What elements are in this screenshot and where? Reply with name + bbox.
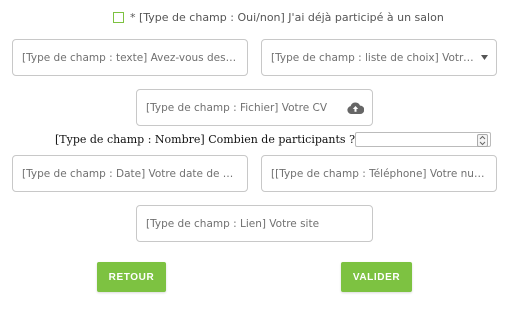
recommendation-text-field[interactable]: [Type de champ : texte] Avez-vous des re…: [12, 39, 248, 76]
birthdate-placeholder: [Type de champ : Date] Votre date de nai…: [22, 167, 239, 180]
participants-number-label: [Type de champ : Nombre] Combien de part…: [55, 133, 355, 146]
sector-select-field[interactable]: [Type de champ : liste de choix] Votre s…: [261, 39, 497, 76]
website-link-placeholder: [Type de champ : Lien] Votre site: [146, 217, 320, 230]
birthdate-field[interactable]: [Type de champ : Date] Votre date de nai…: [12, 155, 248, 192]
sector-select-placeholder: [Type de champ : liste de choix] Votre s…: [271, 51, 477, 64]
salon-participation-row: * [Type de champ : Oui/non] J'ai déjà pa…: [113, 11, 444, 24]
number-spinner-icon[interactable]: [476, 134, 488, 147]
participants-number-row: [Type de champ : Nombre] Combien de part…: [55, 132, 491, 147]
phone-field[interactable]: [[Type de champ : Téléphone] Votre numér…: [261, 155, 497, 192]
website-link-field[interactable]: [Type de champ : Lien] Votre site: [136, 205, 373, 242]
participants-number-input[interactable]: [354, 132, 491, 147]
dropdown-arrow-icon[interactable]: [481, 55, 488, 60]
cv-file-placeholder: [Type de champ : Fichier] Votre CV: [146, 101, 328, 114]
phone-placeholder: [[Type de champ : Téléphone] Votre numér…: [271, 167, 488, 180]
cloud-upload-icon[interactable]: [347, 102, 364, 114]
salon-participation-checkbox[interactable]: [113, 12, 124, 23]
submit-button[interactable]: VALIDER: [341, 262, 412, 292]
salon-participation-label: * [Type de champ : Oui/non] J'ai déjà pa…: [130, 11, 444, 24]
recommendation-text-placeholder: [Type de champ : texte] Avez-vous des re…: [22, 51, 239, 64]
back-button[interactable]: RETOUR: [97, 262, 166, 292]
cv-file-field[interactable]: [Type de champ : Fichier] Votre CV: [136, 89, 373, 126]
